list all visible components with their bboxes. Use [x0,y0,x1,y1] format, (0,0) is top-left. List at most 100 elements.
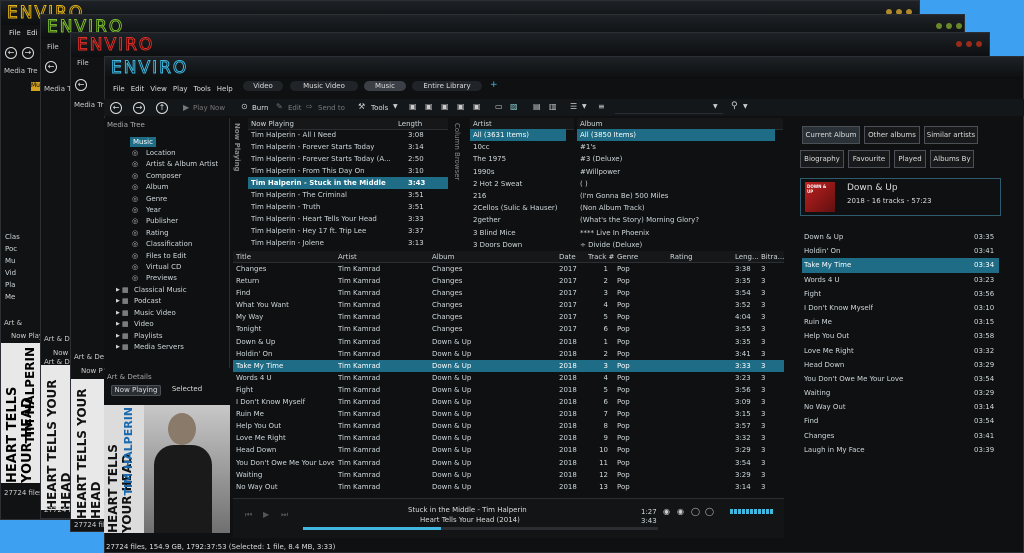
stop-icon[interactable]: ◯ [691,507,700,516]
track-row[interactable]: Fight Tim Kamrad Down & Up 2018 5 Pop 3:56 3 [233,384,784,396]
now-playing-tab[interactable]: Now Play [11,332,43,340]
track-row[interactable]: Love Me Right Tim Kamrad Down & Up 2018 9 Pop… [233,432,784,444]
tree-item[interactable]: ◎ Virtual CD [116,262,218,273]
tree-item-podcast[interactable]: Poc [5,243,20,255]
tab-entire-library[interactable]: Entire Library [412,81,482,91]
comment-icon[interactable]: ▭ [495,102,503,111]
tree-item[interactable]: ◎ Artist & Album Artist [116,159,218,170]
now-playing-row[interactable]: Tim Halperin - From This Day On 3:10 [248,165,448,177]
menu-file[interactable]: File [47,43,59,51]
view-icon-3[interactable]: ▣ [441,102,449,111]
column-header[interactable]: Leng... [735,251,759,263]
album-track-row[interactable]: Laugh in My Face 03:39 [802,443,999,457]
album-track-row[interactable]: Ruin Me 03:15 [802,315,999,329]
artist-item[interactable]: 3 Blind Mice [470,227,566,239]
tree-item[interactable]: ◎ Classification [116,239,218,250]
column-header[interactable]: Genre [617,251,638,263]
album-track-row[interactable]: Fight 03:56 [802,287,999,301]
tools-button[interactable]: Tools [371,104,388,112]
album-item[interactable]: **** Live In Phoenix [577,227,775,239]
artist-item[interactable]: 3 Doors Down [470,239,566,251]
tree-item[interactable]: ◎ Rating [116,228,218,239]
menu-file[interactable]: File [77,59,89,67]
tree-item[interactable]: ◎ Previews [116,273,218,284]
track-row[interactable]: Holdin' On Tim Kamrad Down & Up 2018 2 Pop 3:4… [233,348,784,360]
tree-item[interactable]: ◎ Files to Edit [116,251,218,262]
column-header[interactable]: Album [432,251,454,263]
track-row[interactable]: Changes Tim Kamrad Changes 2017 1 Pop 3:38 3 [233,263,784,275]
now-playing-panel[interactable]: Now Playing Length Tim Halperin - All I N… [248,118,448,251]
menu-edit[interactable]: Edit [131,85,145,93]
now-playing-row[interactable]: Tim Halperin - Truth 3:51 [248,201,448,213]
tab-now-playing[interactable]: Now Playing [111,385,161,396]
volume-meter[interactable] [730,509,774,514]
track-row[interactable]: Down & Up Tim Kamrad Down & Up 2018 1 Pop 3:35… [233,336,784,348]
tools-icon[interactable]: ⚒ [358,102,365,111]
tree-item-media[interactable]: Me [5,291,20,303]
chevron-down-icon[interactable]: ▼ [582,103,587,110]
menu-view[interactable]: View [150,85,167,93]
send-to-icon[interactable]: ⇨ [306,102,313,111]
search-icon[interactable]: ⚲ [731,101,738,111]
album-item[interactable]: (I'm Gonna Be) 500 Miles [577,190,775,202]
chevron-down-icon[interactable]: ▼ [743,103,748,110]
next-icon[interactable]: ⏭ [281,510,288,520]
tree-item-playlists[interactable]: Pla [5,279,20,291]
expand-icon[interactable]: ▶ [116,296,120,307]
column-header[interactable]: Rating [670,251,693,263]
close-button[interactable] [976,41,982,47]
album-track-row[interactable]: Holdin' On 03:41 [802,244,999,258]
album-item[interactable]: #1's [577,141,775,153]
track-row[interactable]: My Way Tim Kamrad Changes 2017 5 Pop 4:04 3 [233,311,784,323]
player-controls[interactable]: ◉ ◉ ◯ ◯ [660,502,784,522]
artist-item[interactable]: 2 Hot 2 Sweat [470,178,566,190]
columns-icon[interactable]: ≡ [598,102,605,111]
artist-item[interactable]: 10cc [470,141,566,153]
forward-arrow-icon[interactable]: → [133,102,145,114]
track-row[interactable]: Tonight Tim Kamrad Changes 2017 6 Pop 3:55 3 [233,323,784,335]
now-playing-row[interactable]: Tim Halperin - The Criminal 3:51 [248,189,448,201]
album-track-row[interactable]: Find 03:54 [802,414,999,428]
minimize-button[interactable] [936,23,942,29]
maximize-button[interactable] [946,23,952,29]
now-playing-tab[interactable]: Now P [81,367,103,375]
menu-file[interactable]: File [113,85,125,93]
back-arrow-icon[interactable]: ← [45,61,57,73]
artist-column[interactable]: Artist All (3631 Items) 10cc The 1975 1990s… [470,118,574,251]
tree-item-music[interactable]: Music [130,137,156,147]
tree-item[interactable]: ▶ ▦ Music Video [116,308,218,319]
now-playing-row[interactable]: Tim Halperin - Forever Starts Today (A..… [248,153,448,165]
album-track-row[interactable]: Help You Out 03:58 [802,329,999,343]
close-button[interactable] [956,23,962,29]
edit-button[interactable]: Edit [288,104,302,112]
tree-item[interactable]: ◎ Genre [116,194,218,205]
title-bar[interactable]: ENVIRO [71,33,989,57]
track-row[interactable]: Ruin Me Tim Kamrad Down & Up 2018 7 Pop 3:15 3 [233,408,784,420]
title-bar[interactable]: ENVIRO [105,57,1023,79]
send-to-button[interactable]: Send to [318,104,345,112]
album-track-row[interactable]: Take My Time 03:34 [802,258,999,273]
column-header[interactable]: Track # [588,251,614,263]
now-playing-row[interactable]: Tim Halperin - All I Need 3:08 [248,129,448,141]
now-playing-row[interactable]: Tim Halperin - Stuck in the Middle 3:43 [248,177,448,189]
tree-item[interactable]: ▶ ▦ Media Servers [116,342,218,353]
back-arrow-icon[interactable]: ← [110,102,122,114]
album-track-row[interactable]: Words 4 U 03:23 [802,273,999,287]
album-item[interactable]: ( ) [577,178,775,190]
panel-button[interactable]: Similar artists [924,126,978,144]
panel-button[interactable]: Current Album [802,126,860,144]
expand-icon[interactable]: ▶ [116,308,120,319]
album-track-row[interactable]: Down & Up 03:35 [802,230,999,244]
menu-file[interactable]: File [9,29,21,37]
album-track-row[interactable]: No Way Out 03:14 [802,400,999,414]
artist-item[interactable]: The 1975 [470,153,566,165]
play-icon[interactable]: ▶ [183,103,189,112]
burn-button[interactable]: Burn [252,104,268,112]
art-details-panel[interactable]: Art & Details Now Playing Selected HEART… [104,370,230,533]
repeat-icon[interactable]: ◉ [677,507,684,516]
now-playing-row[interactable]: Tim Halperin - Jolene 3:13 [248,237,448,249]
expand-icon[interactable]: ▶ [116,285,120,296]
expand-icon[interactable]: ▶ [116,331,120,342]
tab-selected[interactable]: Selected [166,385,208,396]
now-playing-row[interactable]: Tim Halperin - Hey 17 ft. Trip Lee 3:37 [248,225,448,237]
